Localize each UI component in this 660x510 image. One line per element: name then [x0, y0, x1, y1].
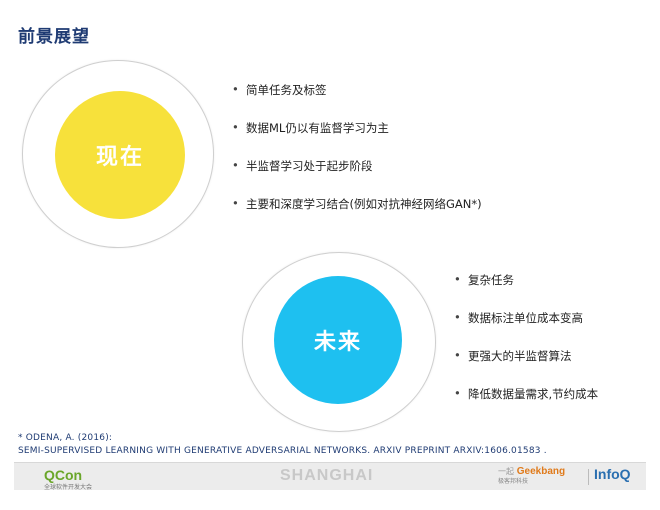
list-item: • 主要和深度学习结合(例如对抗神经网络GAN*) [232, 196, 482, 234]
list-item-text: 数据ML仍以有监督学习为主 [246, 121, 389, 135]
list-item: • 半监督学习处于起步阶段 [232, 158, 482, 196]
list-item-text: 更强大的半监督算法 [468, 349, 572, 363]
qcon-logo: QCon 全球软件开发大会 [44, 465, 92, 491]
future-disc: 未来 [274, 276, 402, 404]
shanghai-logo: SHANGHAI [280, 467, 374, 484]
bullet-icon: • [454, 272, 461, 286]
list-item: • 复杂任务 [454, 272, 598, 310]
infoq-logo: InfoQ [594, 466, 631, 482]
list-item-text: 降低数据量需求,节约成本 [468, 387, 599, 401]
citation-footnote: * Odena, A. (2016): Semi-supervised lear… [18, 432, 547, 458]
bullet-icon: • [454, 310, 461, 324]
geekbang-prefix: 一起 [498, 467, 514, 476]
bullet-icon: • [232, 120, 239, 134]
qcon-logo-subtitle: 全球软件开发大会 [44, 484, 93, 491]
citation-line-2: Semi-supervised learning with generative… [18, 446, 547, 456]
now-label: 现在 [95, 145, 144, 170]
list-item: • 更强大的半监督算法 [454, 348, 598, 386]
citation-line-1: * Odena, A. (2016): [18, 433, 113, 443]
page-title: 前景展望 [18, 27, 90, 47]
future-bullet-list: • 复杂任务 • 数据标注单位成本变高 • 更强大的半监督算法 • 降低数据量需… [454, 272, 598, 424]
list-item: • 数据ML仍以有监督学习为主 [232, 120, 482, 158]
list-item-text: 数据标注单位成本变高 [468, 311, 583, 325]
bullet-icon: • [232, 158, 239, 172]
bullet-icon: • [454, 386, 461, 400]
list-item-text: 主要和深度学习结合(例如对抗神经网络GAN*) [246, 197, 482, 211]
now-bullet-list: • 简单任务及标签 • 数据ML仍以有监督学习为主 • 半监督学习处于起步阶段 … [232, 82, 482, 234]
future-label: 未来 [313, 330, 362, 355]
geekbang-logo-subtitle: 极客邦科技 [498, 479, 529, 485]
list-item: • 简单任务及标签 [232, 82, 482, 120]
list-item-text: 简单任务及标签 [246, 83, 327, 97]
logo-divider [588, 469, 589, 485]
qcon-logo-text: QCon [44, 467, 83, 483]
bullet-icon: • [232, 196, 239, 210]
list-item-text: 半监督学习处于起步阶段 [246, 159, 373, 173]
footer-logo-bar: QCon 全球软件开发大会 SHANGHAI 一起 Geekbang 极客邦科技… [14, 462, 646, 491]
list-item: • 降低数据量需求,节约成本 [454, 386, 598, 424]
bullet-icon: • [454, 348, 461, 362]
bullet-icon: • [232, 82, 239, 96]
list-item: • 数据标注单位成本变高 [454, 310, 598, 348]
list-item-text: 复杂任务 [468, 273, 514, 287]
geekbang-logo: 一起 Geekbang 极客邦科技 [498, 466, 565, 485]
now-disc: 现在 [55, 91, 185, 219]
